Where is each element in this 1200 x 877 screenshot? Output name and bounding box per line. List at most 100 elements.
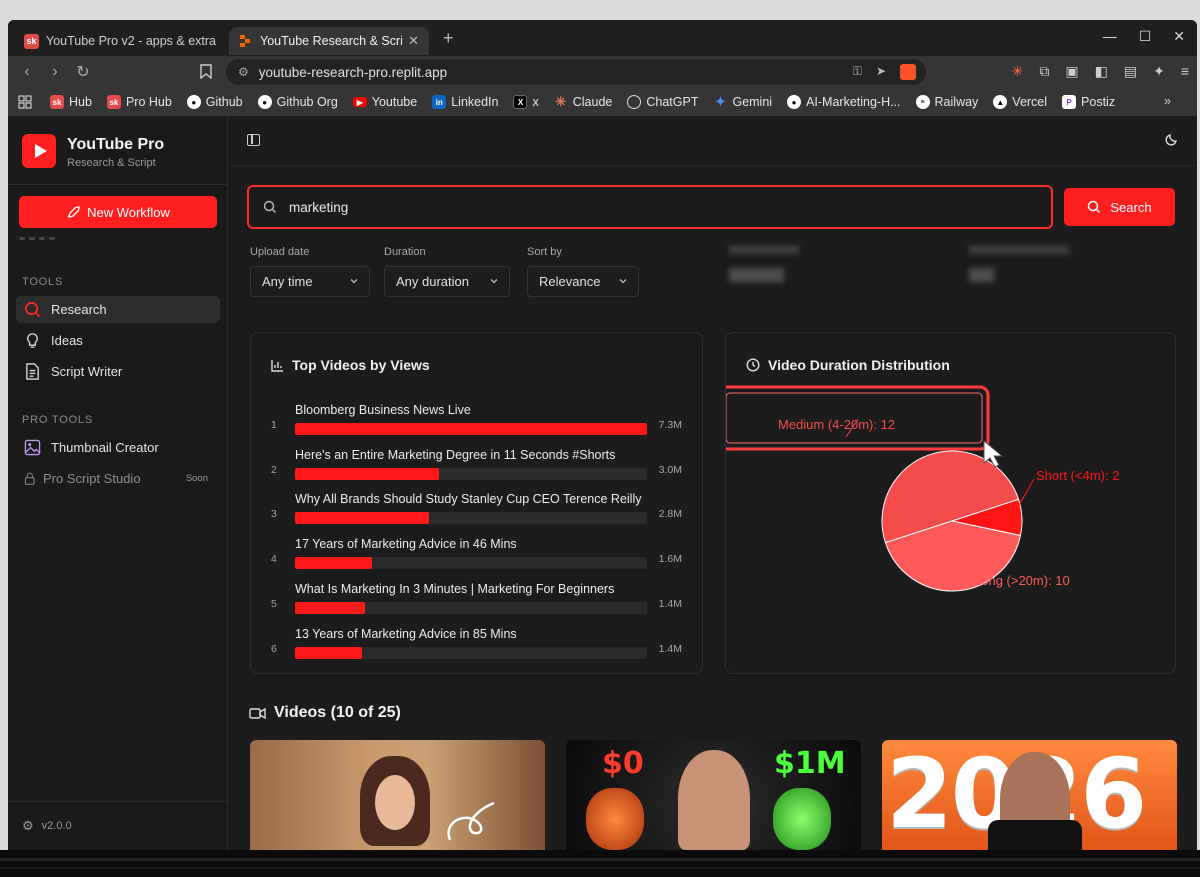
sort-by-select[interactable]: Relevance [527,266,639,297]
views-bar-track [295,601,647,614]
video-title: 13 Years of Marketing Advice in 85 Mins [295,626,517,641]
rank-number: 2 [271,463,277,476]
bookmark-x[interactable]: Xx [513,95,539,109]
wallet-icon[interactable]: ▤ [1124,63,1137,80]
clock-icon [746,358,760,372]
search-button[interactable]: Search [1064,188,1175,226]
new-tab-icon[interactable]: + [443,28,454,49]
bookmark-linkedin[interactable]: in LinkedIn [432,95,498,109]
upload-date-select[interactable]: Any time [250,266,370,297]
video-rank-row[interactable]: 1 Bloomberg Business News Live 7.3M [251,403,702,443]
face-image [375,775,415,830]
bookmark-vercel[interactable]: ▲ Vercel [993,95,1047,109]
gear-icon[interactable]: ⚙ [22,818,34,834]
search-input[interactable]: marketing [247,185,1053,229]
bookmark-postiz[interactable]: P Postiz [1062,95,1115,109]
duration-pie-chart: Medium (4-20m): 12 Short (<4m): 2 Long (>2… [726,385,1119,592]
version-info: ⚙ v2.0.0 [22,818,72,834]
video-rank-row[interactable]: 4 17 Years of Marketing Advice in 46 Mins… [251,537,702,577]
bookmark-ai-marketing[interactable]: ● AI-Marketing-H... [787,95,901,109]
bookmark-pro-hub[interactable]: sk Pro Hub [106,95,172,109]
lightbulb-icon [27,333,38,348]
video-rank-row[interactable]: 3 Why All Brands Should Study Stanley Cup… [251,492,702,532]
close-window-icon[interactable]: ✕ [1173,28,1185,45]
extensions-icon[interactable]: ⧉ [1039,63,1049,80]
video-thumbnail-1[interactable] [250,740,545,850]
bookmark-label: Pro Hub [125,95,172,109]
brand-subtitle: Research & Script [67,157,156,169]
video-thumbnail-3[interactable]: 2026 [882,740,1177,850]
window-controls: — ☐ ✕ [1103,28,1197,45]
bookmark-label: Vercel [1012,95,1048,109]
divider [8,184,227,185]
rank-number: 5 [271,597,277,610]
duration-title: Video Duration Distribution [768,357,950,373]
reload-icon[interactable]: ↻ [70,62,96,82]
video-title: Here's an Entire Marketing Degree in 11 … [295,447,616,462]
site-settings-icon[interactable]: ⚙ [238,65,249,79]
video-rank-row[interactable]: 2 Here's an Entire Marketing Degree in 11… [251,448,702,488]
bookmark-icon[interactable] [200,64,212,79]
close-tab-icon[interactable]: ✕ [408,33,419,49]
bookmark-github-org[interactable]: ● Github Org [257,95,338,109]
back-icon[interactable]: ‹ [14,63,40,81]
bookmark-youtube[interactable]: ▶ Youtube [352,95,417,109]
sidebar-toggle-icon[interactable] [247,134,260,146]
views-bar-track [295,646,647,659]
bookmark-github[interactable]: ● Github [186,95,243,109]
bookmark-claude[interactable]: ✳ Claude [554,94,612,109]
sidebar-item-ideas[interactable]: Ideas [16,327,220,354]
video-rank-row[interactable]: 6 13 Years of Marketing Advice in 85 Mins… [251,627,702,667]
apps-grid-icon[interactable] [18,95,32,109]
rank-number: 6 [271,642,277,655]
bookmark-gemini[interactable]: ✦ Gemini [713,94,772,109]
address-bar[interactable]: ⚙ youtube-research-pro.replit.app ⚿ ➤ [226,59,926,85]
railway-icon: ≡ [915,95,930,109]
brave-shield-icon[interactable] [900,64,916,80]
send-icon[interactable]: ➤ [876,64,886,80]
video-thumbnail-2[interactable]: $0 $1M [566,740,861,850]
sidebar-item-research[interactable]: Research [16,296,220,323]
leo-ai-icon[interactable]: ✦ [1153,63,1165,80]
sidebar: YouTube Pro Research & Script New Workfl… [8,116,228,850]
browser-tab-1[interactable]: sk YouTube Pro v2 - apps & extra [14,27,229,55]
bookmark-hub[interactable]: sk Hub [50,95,92,109]
new-workflow-button[interactable]: New Workflow [19,196,217,228]
forward-icon[interactable]: › [42,63,68,81]
screenshot-icon[interactable]: ▣ [1065,63,1078,80]
sidebar-item-thumbnail-creator[interactable]: Thumbnail Creator [16,434,220,461]
maximize-icon[interactable]: ☐ [1139,28,1152,45]
thumbnail-text: $1M [774,746,846,781]
bookmark-label: Github Org [276,95,338,109]
browser-tab-2-active[interactable]: YouTube Research & Script ✕ [229,27,429,55]
bookmark-railway[interactable]: ≡ Railway [915,95,978,109]
bookmarks-bar: sk Hub sk Pro Hub ● Github ● Github Org ▶ You… [8,88,1197,116]
moon-icon[interactable] [1165,132,1179,146]
video-rank-row[interactable]: 5 What Is Marketing In 3 Minutes | Market… [251,582,702,622]
bookmark-label: ChatGPT [646,95,699,109]
sidebar-item-pro-script-studio[interactable]: Pro Script Studio Soon [16,465,220,492]
search-icon [263,200,276,213]
views-bar-track [295,423,647,435]
claude-extension-icon[interactable]: ✳ [1012,63,1024,80]
sidebar-icon[interactable]: ◧ [1095,63,1108,80]
menu-icon[interactable]: ≡ [1181,63,1189,80]
key-icon[interactable]: ⚿ [853,64,862,80]
sidebar-item-script-writer[interactable]: Script Writer [16,358,220,385]
sort-by-value: Relevance [539,274,601,289]
minimize-icon[interactable]: — [1103,28,1117,45]
lock-icon [24,472,35,485]
views-count: 7.3M [658,419,682,431]
rank-number: 4 [271,553,277,566]
more-bookmarks-icon[interactable]: » [1164,94,1171,108]
github-icon: ● [257,95,272,109]
duration-select[interactable]: Any duration [384,266,510,297]
bookmark-chatgpt[interactable]: ChatGPT [627,95,698,109]
app-root: YouTube Pro Research & Script New Workfl… [8,116,1197,850]
views-count: 1.4M [658,597,682,610]
shirt-image [988,820,1082,850]
duration-value: Any duration [396,274,469,289]
views-bar [295,601,366,614]
blurred-stat [729,246,809,291]
pro-tools-heading: PRO TOOLS [22,414,93,426]
